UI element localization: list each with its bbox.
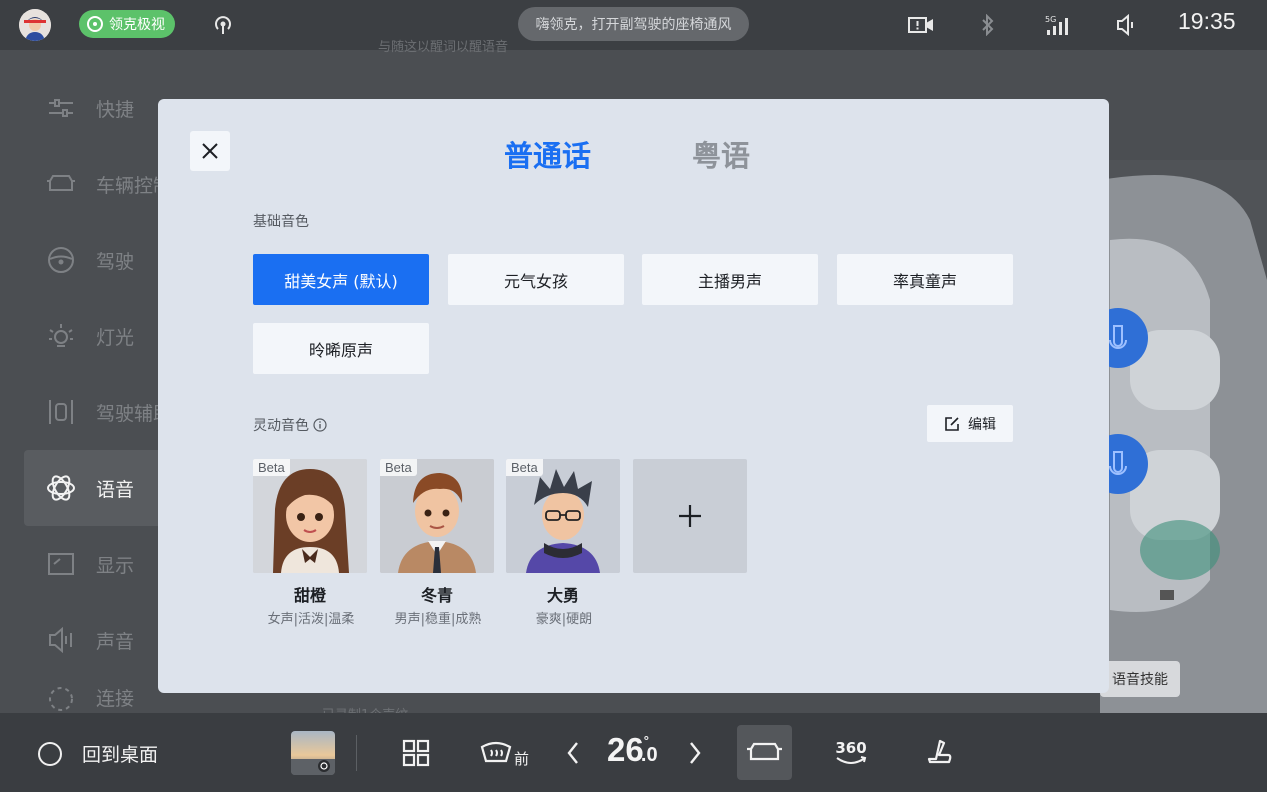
- defrost-icon: [480, 741, 512, 763]
- seat-button[interactable]: [924, 733, 954, 773]
- add-character-button[interactable]: [633, 459, 747, 573]
- drive-mode-label: 领克极视: [109, 17, 165, 33]
- lane-assist-icon: [46, 397, 76, 427]
- beta-badge: Beta: [506, 459, 543, 476]
- character-name: 冬青: [420, 586, 453, 605]
- voice-option-original[interactable]: 昤晞原声: [253, 323, 429, 374]
- plus-icon: [679, 505, 701, 527]
- menu-label-connection: 连接: [96, 688, 135, 710]
- character-card-dongqing[interactable]: Beta: [380, 459, 494, 573]
- media-thumbnail[interactable]: [291, 731, 335, 775]
- seat-icon: [927, 739, 952, 764]
- dynamic-voices-label: 灵动音色: [253, 418, 309, 434]
- camera-alert-icon[interactable]: [908, 12, 934, 38]
- connection-icon: [46, 684, 76, 714]
- volume-icon[interactable]: [1115, 12, 1139, 38]
- view-360-label: 360: [835, 738, 867, 757]
- edit-label: 编辑: [968, 416, 996, 433]
- character-tags: 男声|稳重|成熟: [394, 612, 482, 627]
- dynamic-voices-label-wrap: 灵动音色: [253, 415, 327, 435]
- defrost-label: 前: [514, 749, 530, 768]
- character-name: 甜橙: [293, 586, 326, 605]
- voice-option-sweet-female[interactable]: 甜美女声 (默认): [253, 254, 429, 305]
- menu-label-sound: 声音: [96, 630, 135, 653]
- network-label: 5G: [1045, 15, 1056, 24]
- voice-skills-label: 语音技能: [1112, 672, 1168, 688]
- status-bar: 领克极视 嗨领克，打开副驾驶的座椅通风 5G 19:35: [0, 0, 1267, 50]
- car-interior-illustration: [1100, 160, 1267, 720]
- temperature-display: 26°.0: [607, 731, 658, 769]
- voice-option-child[interactable]: 率真童声: [837, 254, 1013, 305]
- menu-label-lights: 灯光: [96, 326, 135, 349]
- voice-hint-pill[interactable]: 嗨领克，打开副驾驶的座椅通风: [518, 7, 749, 41]
- basic-voices-label: 基础音色: [253, 214, 309, 230]
- home-label: 回到桌面: [82, 744, 159, 766]
- menu-label-display: 显示: [96, 554, 135, 577]
- voice-skills-chip[interactable]: 语音技能: [1100, 661, 1180, 697]
- character-avatar-girl: [253, 459, 367, 573]
- chevron-left-icon: [567, 742, 578, 764]
- rotate-arrow-icon: [836, 755, 867, 764]
- view-360-button[interactable]: 360: [834, 733, 868, 773]
- drive-mode-pill[interactable]: 领克极视: [79, 10, 175, 38]
- bottom-dock: 回到桌面 前 26°.0 360: [0, 713, 1267, 792]
- menu-label-shortcuts: 快捷: [96, 98, 135, 121]
- front-defrost-button[interactable]: 前: [480, 733, 529, 773]
- voice-option-anchor-male[interactable]: 主播男声: [642, 254, 818, 305]
- temp-up-button[interactable]: [688, 733, 702, 773]
- character-name: 大勇: [546, 586, 579, 605]
- home-circle-icon: [38, 741, 62, 766]
- dock-divider: [356, 735, 357, 771]
- character-avatar-boy: [506, 459, 620, 573]
- temp-down-button[interactable]: [566, 733, 580, 773]
- voice-selection-dialog: 普通话 粤语 基础音色 甜美女声 (默认) 元气女孩 主播男声 率真童声 昤晞原…: [158, 99, 1109, 693]
- voice-assistant-icon: [46, 473, 76, 503]
- apps-grid-icon[interactable]: [402, 733, 430, 773]
- clock: 19:35: [1178, 8, 1236, 34]
- character-card-dayong[interactable]: Beta: [506, 459, 620, 573]
- voice-hint-text: 嗨领克，打开副驾驶的座椅通风: [535, 17, 732, 33]
- character-tags: 豪爽|硬朗: [535, 612, 593, 627]
- character-tags: 女声|活泼|温柔: [267, 612, 355, 627]
- display-icon: [46, 549, 76, 579]
- car-icon: [46, 169, 76, 199]
- steering-wheel-icon: [46, 245, 76, 275]
- edit-button[interactable]: 编辑: [927, 405, 1013, 442]
- menu-label-voice: 语音: [96, 478, 135, 501]
- vehicle-control-button[interactable]: [737, 725, 792, 780]
- character-card-tiancheng[interactable]: Beta: [253, 459, 367, 573]
- edit-icon: [945, 416, 959, 431]
- temperature-unit: °: [643, 733, 649, 748]
- sliders-icon: [46, 93, 76, 123]
- signal-5g-icon: 5G: [1045, 12, 1069, 38]
- character-avatar-man: [380, 459, 494, 573]
- bluetooth-icon[interactable]: [980, 12, 996, 38]
- chevron-right-icon: [690, 742, 701, 764]
- temperature-main: 26: [607, 731, 644, 768]
- home-button[interactable]: 回到桌面: [38, 740, 158, 767]
- light-icon: [46, 321, 76, 351]
- close-icon: [202, 143, 218, 159]
- menu-item-voice[interactable]: 语音: [24, 450, 164, 526]
- close-button[interactable]: [190, 131, 230, 171]
- tab-cantonese[interactable]: 粤语: [692, 133, 750, 175]
- user-avatar[interactable]: [19, 9, 51, 41]
- beta-badge: Beta: [380, 459, 417, 476]
- info-icon[interactable]: [313, 418, 327, 432]
- menu-label-driving: 驾驶: [96, 250, 135, 273]
- broadcast-icon[interactable]: [210, 12, 236, 38]
- steering-wheel-icon: [87, 16, 103, 32]
- speaker-icon: [46, 625, 76, 655]
- tab-mandarin[interactable]: 普通话: [504, 133, 591, 175]
- beta-badge: Beta: [253, 459, 290, 476]
- voice-option-energetic-girl[interactable]: 元气女孩: [448, 254, 624, 305]
- background-hint: 与随这以醒词以醒语音: [378, 40, 509, 55]
- car-icon: [747, 742, 782, 761]
